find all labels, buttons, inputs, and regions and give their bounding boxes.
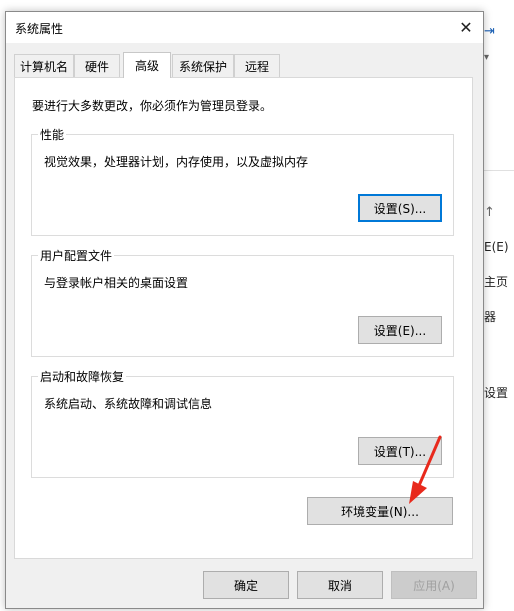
tab-advanced[interactable]: 高级 [123,52,171,78]
annotation-arrow-icon [409,435,442,504]
